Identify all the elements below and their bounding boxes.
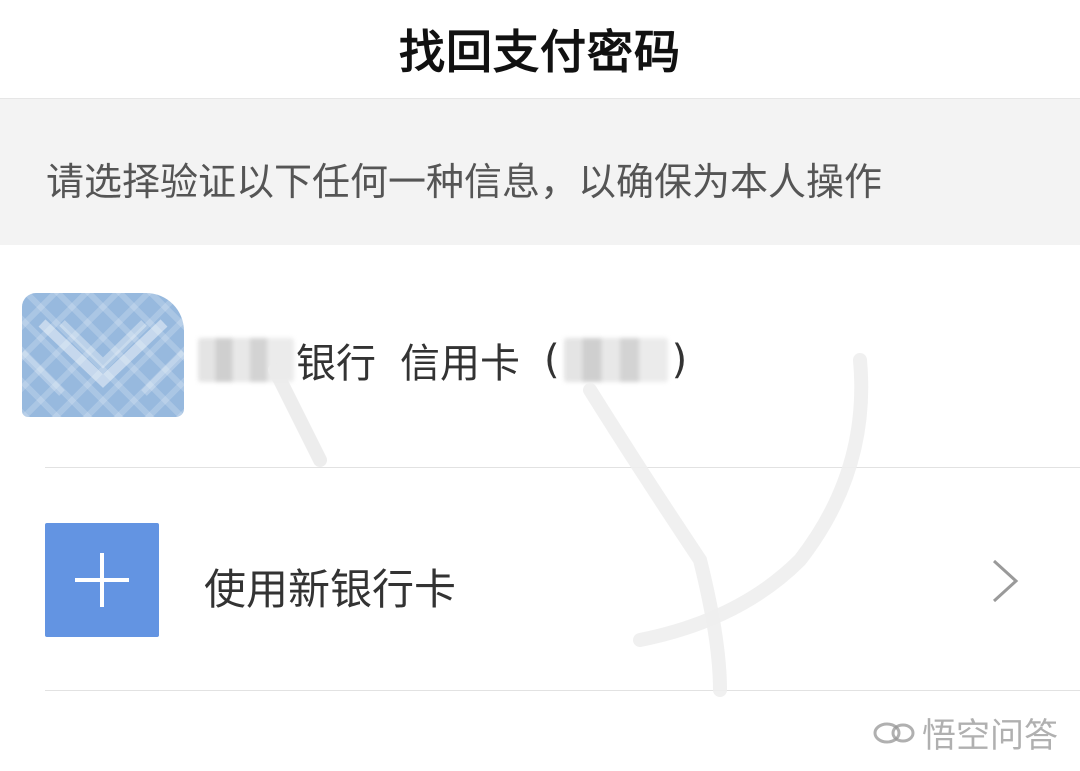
bank-name-redacted xyxy=(198,338,294,382)
row-divider xyxy=(45,690,1080,691)
bank-logo-icon xyxy=(22,293,184,417)
bank-suffix: 银行 xyxy=(296,341,376,387)
plus-icon xyxy=(45,523,159,637)
watermark-text: 悟空问答 xyxy=(922,716,1058,756)
paren-close: ) xyxy=(671,337,688,383)
new-card-label: 使用新银行卡 xyxy=(204,565,457,614)
chevron-right-icon xyxy=(992,559,1019,603)
wukong-logo-icon xyxy=(873,722,915,743)
existing-card-option[interactable]: 银行 信用卡 ( ) xyxy=(0,245,1080,467)
use-new-card-option[interactable]: 使用新银行卡 xyxy=(0,468,1080,690)
find-payment-password-screen: 找回支付密码 请选择验证以下任何一种信息，以确保为本人操作 银行 信用卡 ( ) xyxy=(0,0,1080,771)
existing-card-label: 银行 信用卡 ( ) xyxy=(198,331,687,389)
watermark: 悟空问答 xyxy=(872,708,1058,757)
card-number-redacted xyxy=(563,338,668,382)
verification-notice: 请选择验证以下任何一种信息，以确保为本人操作 xyxy=(0,99,1080,245)
notice-text: 请选择验证以下任何一种信息，以确保为本人操作 xyxy=(46,160,883,204)
page-title: 找回支付密码 xyxy=(399,25,681,79)
nav-header: 找回支付密码 xyxy=(0,0,1080,99)
paren-open: ( xyxy=(544,337,560,383)
card-type: 信用卡 xyxy=(400,341,520,387)
